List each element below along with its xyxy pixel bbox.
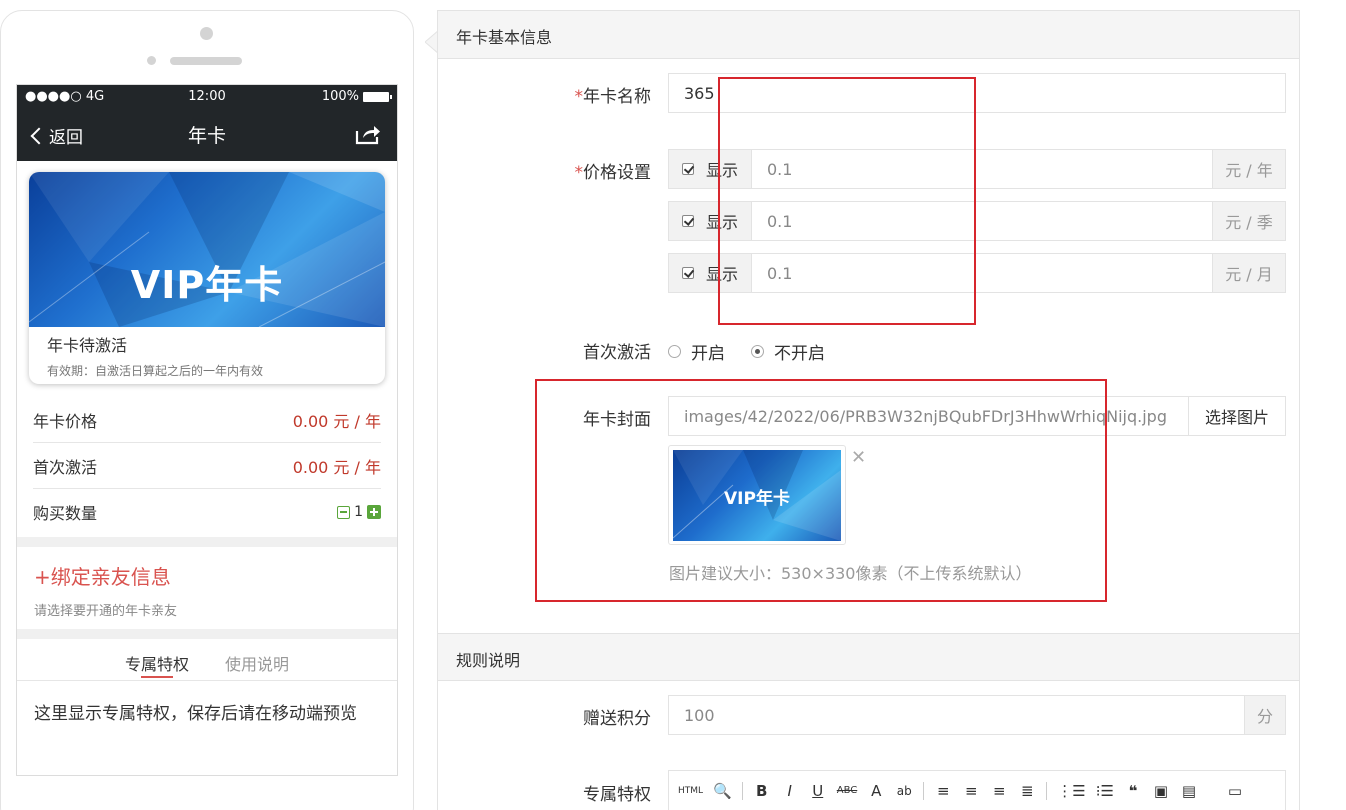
list-item-price: 年卡价格 0.00 元 / 年 — [33, 397, 381, 443]
video-icon[interactable]: ▤ — [1180, 782, 1198, 800]
quantity-stepper: 1 — [337, 504, 381, 520]
phone-camera — [200, 27, 213, 40]
tab-instructions[interactable]: 使用说明 — [225, 641, 289, 680]
divider — [17, 629, 397, 639]
checkbox-checked-icon — [682, 267, 694, 279]
price-quarter-unit: 元 / 季 — [1212, 201, 1286, 241]
page: ●●●●○ 4G 12:00 100% 返回 年卡 VIP年卡 年卡待激活 有效… — [0, 0, 1346, 810]
tab-content: 这里显示专属特权，保存后请在移动端预览 — [34, 704, 357, 724]
radio-off-option[interactable] — [751, 345, 764, 358]
card-cover-image: VIP年卡 — [29, 172, 385, 327]
preview-icon[interactable]: 🔍 — [713, 782, 732, 800]
radio-on-option[interactable] — [668, 345, 681, 358]
card-cover-text: VIP年卡 — [130, 263, 284, 307]
row-value: 0.00 元 / 年 — [292, 457, 381, 477]
phone-speaker — [170, 57, 242, 65]
points-unit: 分 — [1244, 695, 1286, 735]
align-left-icon[interactable]: ≡ — [934, 782, 952, 800]
highlight-button[interactable]: ab — [895, 784, 913, 798]
section-header-rules: 规则说明 — [438, 633, 1299, 681]
list-item-quantity: 购买数量 1 — [33, 489, 381, 535]
bold-button[interactable]: B — [753, 782, 771, 800]
card-status: 年卡待激活 — [47, 336, 128, 355]
annotation-box-price — [718, 77, 976, 325]
section-header-basic: 年卡基本信息 — [438, 11, 1299, 59]
battery-percent: 100% — [321, 89, 359, 104]
align-justify-icon[interactable]: ≣ — [1018, 782, 1036, 800]
activate-radio-group: 开启 不开启 — [668, 339, 825, 364]
annual-card-preview: VIP年卡 年卡待激活 有效期：自激活日算起之后的一年内有效 — [29, 172, 385, 384]
phone-sensor — [147, 56, 156, 65]
font-color-button[interactable]: A — [867, 782, 885, 800]
card-info-list: 年卡价格 0.00 元 / 年 首次激活 0.00 元 / 年 购买数量 1 — [17, 397, 397, 535]
italic-button[interactable]: I — [781, 782, 799, 800]
nav-title: 年卡 — [187, 125, 226, 147]
checkbox-checked-icon — [682, 215, 694, 227]
points-label: 赠送积分 — [583, 709, 651, 729]
tab-privileges[interactable]: 专属特权 — [125, 641, 189, 680]
battery-icon — [363, 91, 392, 102]
nav-bar: 返回 年卡 — [17, 109, 397, 161]
points-input[interactable]: 100 — [668, 695, 1246, 735]
toolbar-separator — [741, 781, 743, 800]
phone-screen: ●●●●○ 4G 12:00 100% 返回 年卡 VIP年卡 年卡待激活 有效… — [16, 84, 398, 776]
underline-button[interactable]: U — [809, 782, 827, 800]
align-right-icon[interactable]: ≡ — [990, 782, 1008, 800]
bind-relatives-link[interactable]: +绑定亲友信息 — [34, 561, 171, 590]
select-image-button[interactable]: 选择图片 — [1188, 396, 1286, 436]
checkbox-checked-icon — [682, 163, 694, 175]
row-label: 首次激活 — [33, 457, 98, 477]
image-icon[interactable]: ▣ — [1152, 782, 1170, 800]
quote-icon[interactable]: ❝ — [1124, 782, 1142, 800]
row-label: 购买数量 — [33, 504, 98, 523]
ordered-list-icon[interactable]: ⋮☰ — [1057, 782, 1085, 800]
share-icon[interactable] — [355, 123, 381, 145]
list-item-first-activation: 首次激活 0.00 元 / 年 — [33, 443, 381, 489]
price-year-unit: 元 / 年 — [1212, 149, 1286, 189]
phone-preview: ●●●●○ 4G 12:00 100% 返回 年卡 VIP年卡 年卡待激活 有效… — [0, 10, 414, 810]
battery-indicator: 100% — [321, 89, 392, 104]
name-label: *年卡名称 — [574, 87, 652, 107]
card-validity: 有效期：自激活日算起之后的一年内有效 — [47, 364, 264, 378]
fullscreen-icon[interactable]: ▭ — [1226, 782, 1244, 800]
radio-label-on: 开启 — [691, 344, 725, 364]
html-source-button[interactable]: HTML — [678, 786, 703, 796]
strikethrough-button[interactable]: ABC — [837, 785, 858, 796]
activate-label: 首次激活 — [583, 343, 651, 363]
toolbar-separator — [923, 781, 925, 800]
detail-tabs: 专属特权 使用说明 — [17, 641, 397, 681]
row-value: 0.00 元 / 年 — [292, 411, 381, 431]
toolbar-separator — [1046, 781, 1048, 800]
row-label: 年卡价格 — [33, 411, 98, 431]
quantity-value: 1 — [354, 504, 363, 520]
price-label: *价格设置 — [574, 163, 652, 183]
privilege-label: 专属特权 — [583, 785, 651, 805]
annotation-box-cover — [535, 379, 1107, 602]
align-center-icon[interactable]: ≡ — [962, 782, 980, 800]
radio-label-off: 不开启 — [774, 344, 825, 364]
plus-icon[interactable] — [367, 505, 381, 519]
price-month-unit: 元 / 月 — [1212, 253, 1286, 293]
minus-icon[interactable] — [337, 505, 351, 519]
divider — [17, 537, 397, 547]
rich-text-toolbar: HTML 🔍 B I U ABC A ab ≡ ≡ ≡ ≣ ⋮☰ ⁝☰ ❝ ▣ … — [668, 770, 1286, 810]
bind-relatives-hint: 请选择要开通的年卡亲友 — [34, 604, 178, 619]
unordered-list-icon[interactable]: ⁝☰ — [1096, 782, 1114, 800]
status-bar: ●●●●○ 4G 12:00 100% — [17, 85, 397, 109]
